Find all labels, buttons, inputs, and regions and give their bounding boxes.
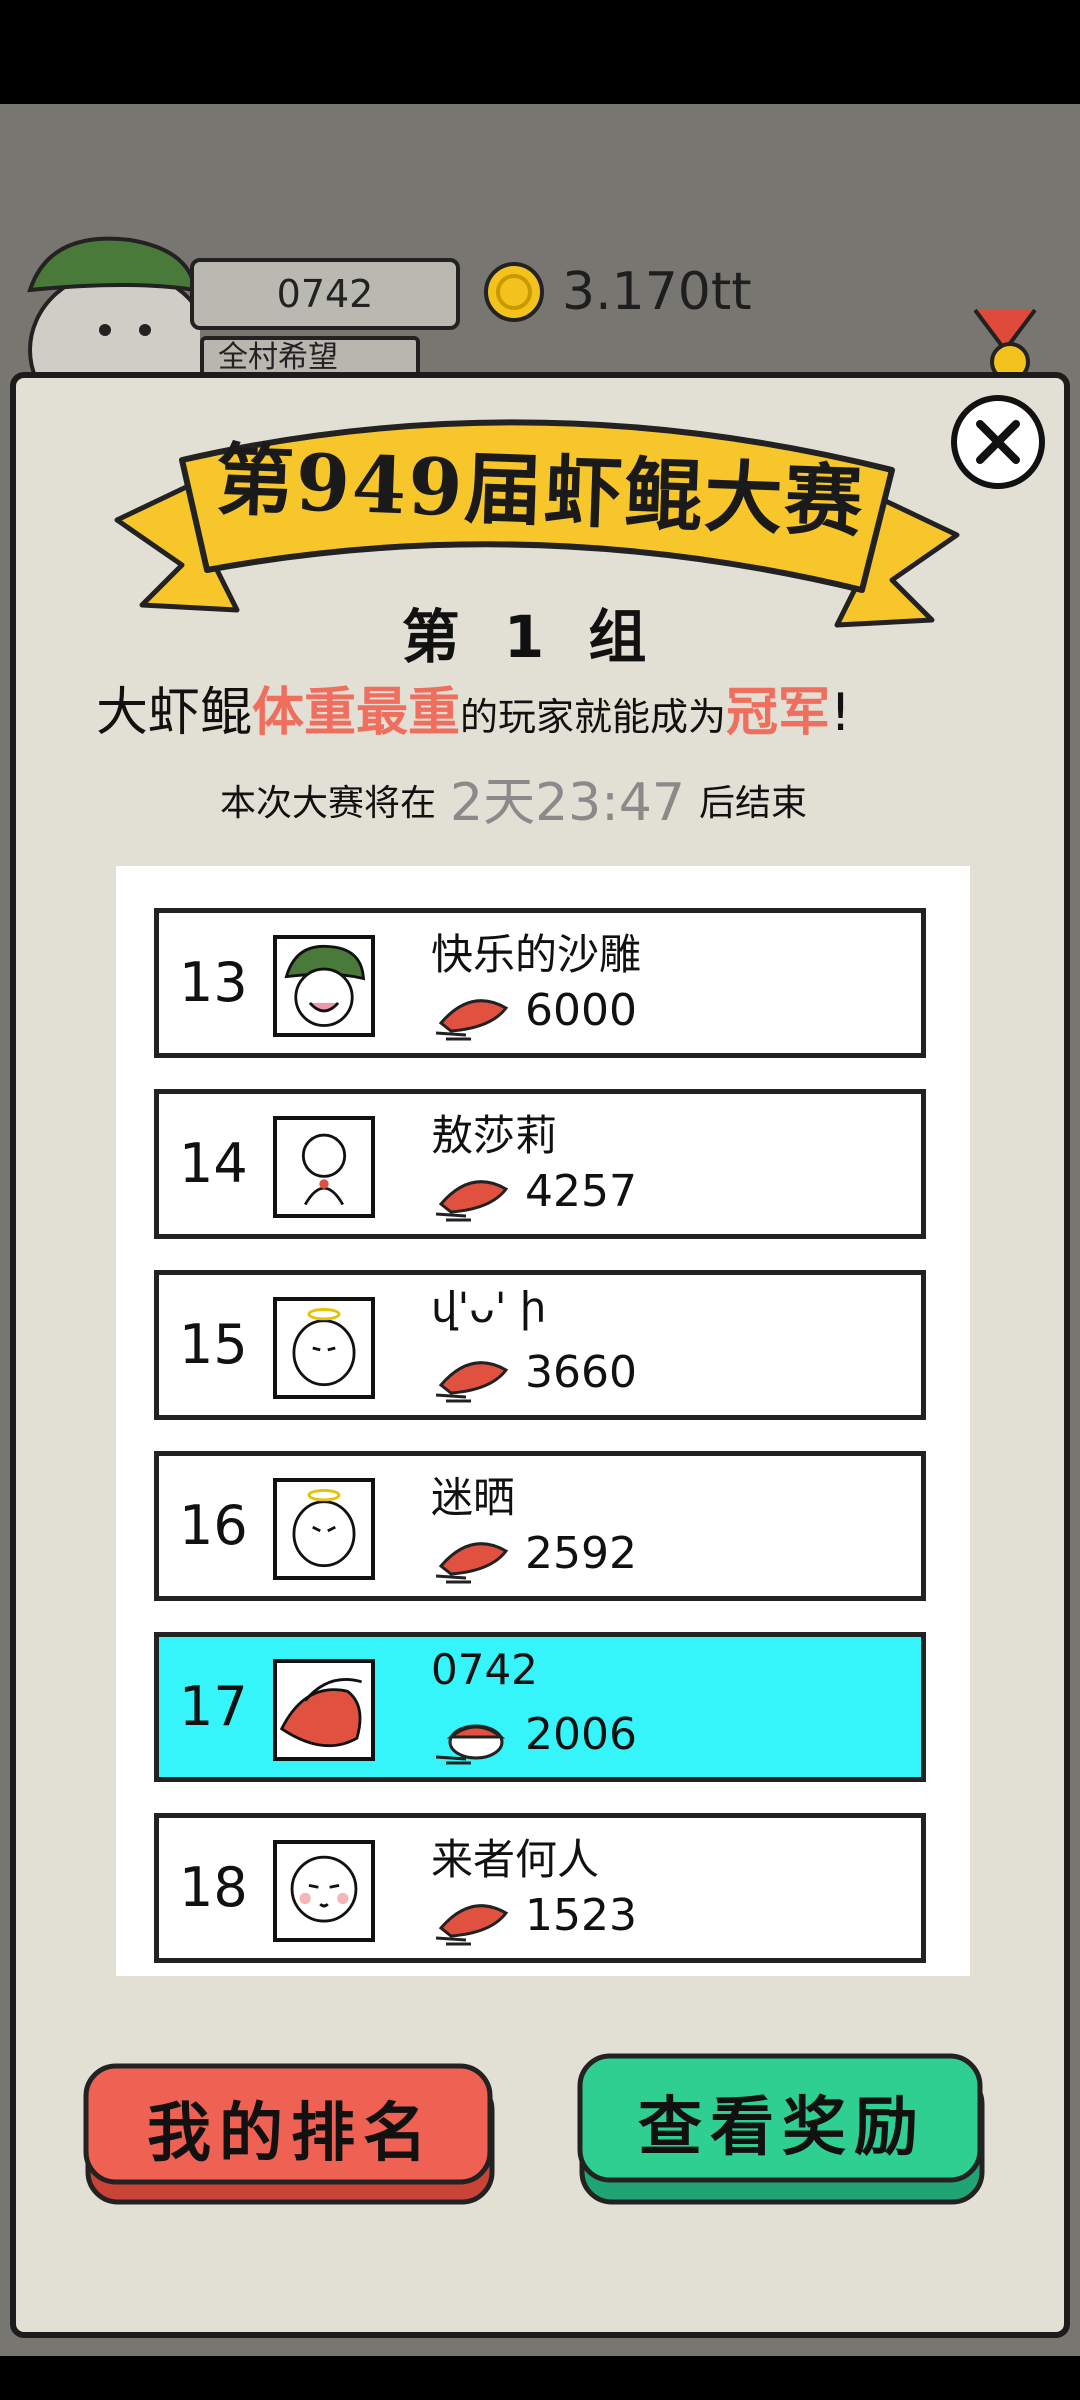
leaderboard-row[interactable]: 13 快乐的沙雕 6000 (154, 908, 926, 1058)
player-name: 来者何人 (431, 1835, 600, 1884)
close-icon[interactable] (948, 392, 1048, 492)
player-avatar[interactable] (10, 220, 200, 380)
player-id: 0742 (190, 258, 460, 330)
shrimp-icon (435, 1724, 506, 1765)
rule-text: 大虾鲲 (96, 683, 253, 743)
countdown-timer: 2天23:47 (450, 773, 685, 833)
player-avatar-icon (273, 1840, 375, 1942)
player-avatar-icon (273, 935, 375, 1037)
player-avatar-icon (273, 1297, 375, 1399)
shrimp-weight: 3660 (525, 1347, 637, 1398)
contest-end-info: 本次大赛将在 2天23:47 后结束 (220, 760, 920, 835)
shrimp-weight: 6000 (525, 985, 637, 1036)
shrimp-icon (435, 1904, 509, 1946)
coin-amount: 3.170tt (562, 262, 752, 322)
player-name: 迷晒 (431, 1473, 516, 1522)
player-avatar-icon (273, 1116, 375, 1218)
player-name: 0742 (431, 1645, 538, 1694)
contest-title: 第949届虾鲲大赛 (214, 434, 866, 549)
rule-text: 的玩家就能成为 (460, 695, 727, 739)
leaderboard-row-current-player[interactable]: 17 0742 2006 (154, 1632, 926, 1782)
group-title: 第 1 组 (401, 603, 659, 671)
view-reward-button[interactable]: 查看奖励 (576, 2052, 988, 2208)
my-rank-button[interactable]: 我的排名 (82, 2062, 500, 2208)
leaderboard-row[interactable]: 16 迷晒 2592 (154, 1451, 926, 1601)
end-prefix: 本次大赛将在 (220, 783, 437, 824)
rule-highlight: 冠军 (726, 683, 831, 743)
medal-icon[interactable] (955, 300, 1065, 380)
shrimp-weight: 2592 (525, 1528, 637, 1579)
rule-highlight: 体重最重 (252, 683, 461, 743)
player-name: 快乐的沙雕 (431, 930, 642, 979)
rule-text: ! (830, 683, 851, 743)
shrimp-weight: 2006 (525, 1709, 637, 1760)
player-name: վ'ᴗ' ի (431, 1283, 547, 1332)
player-avatar-icon (273, 1478, 375, 1580)
shrimp-icon (435, 999, 509, 1041)
view-reward-label: 查看奖励 (638, 2090, 926, 2165)
rank-number: 15 (179, 1313, 248, 1376)
leaderboard-row[interactable]: 14 敖莎莉 4257 (154, 1089, 926, 1239)
rank-number: 13 (179, 951, 248, 1014)
shrimp-icon (435, 1180, 509, 1222)
rank-number: 16 (179, 1494, 248, 1557)
shrimp-weight: 4257 (525, 1166, 637, 1217)
status-bar (0, 0, 1080, 104)
leaderboard-row[interactable]: 15 վ'ᴗ' ի 3660 (154, 1270, 926, 1420)
shrimp-icon (435, 1542, 509, 1584)
player-avatar-icon (273, 1659, 375, 1761)
leaderboard-row[interactable]: 18 来者何人 1523 (154, 1813, 926, 1963)
shrimp-weight: 1523 (525, 1890, 637, 1941)
player-name: 敖莎莉 (431, 1111, 558, 1160)
leaderboard-list[interactable]: 13 快乐的沙雕 6000 14 敖莎莉 4257 15 վ'ᴗ' ի 3660… (116, 866, 970, 1976)
contest-rule: 大虾鲲体重最重的玩家就能成为冠军! (96, 670, 996, 745)
rank-number: 14 (179, 1132, 248, 1195)
end-suffix: 后结束 (698, 783, 807, 824)
navigation-bar (0, 2356, 1080, 2400)
my-rank-label: 我的排名 (147, 2096, 435, 2171)
coin-icon (484, 262, 544, 322)
rank-number: 18 (179, 1856, 248, 1919)
shrimp-icon (435, 1361, 509, 1403)
rank-number: 17 (179, 1675, 248, 1738)
